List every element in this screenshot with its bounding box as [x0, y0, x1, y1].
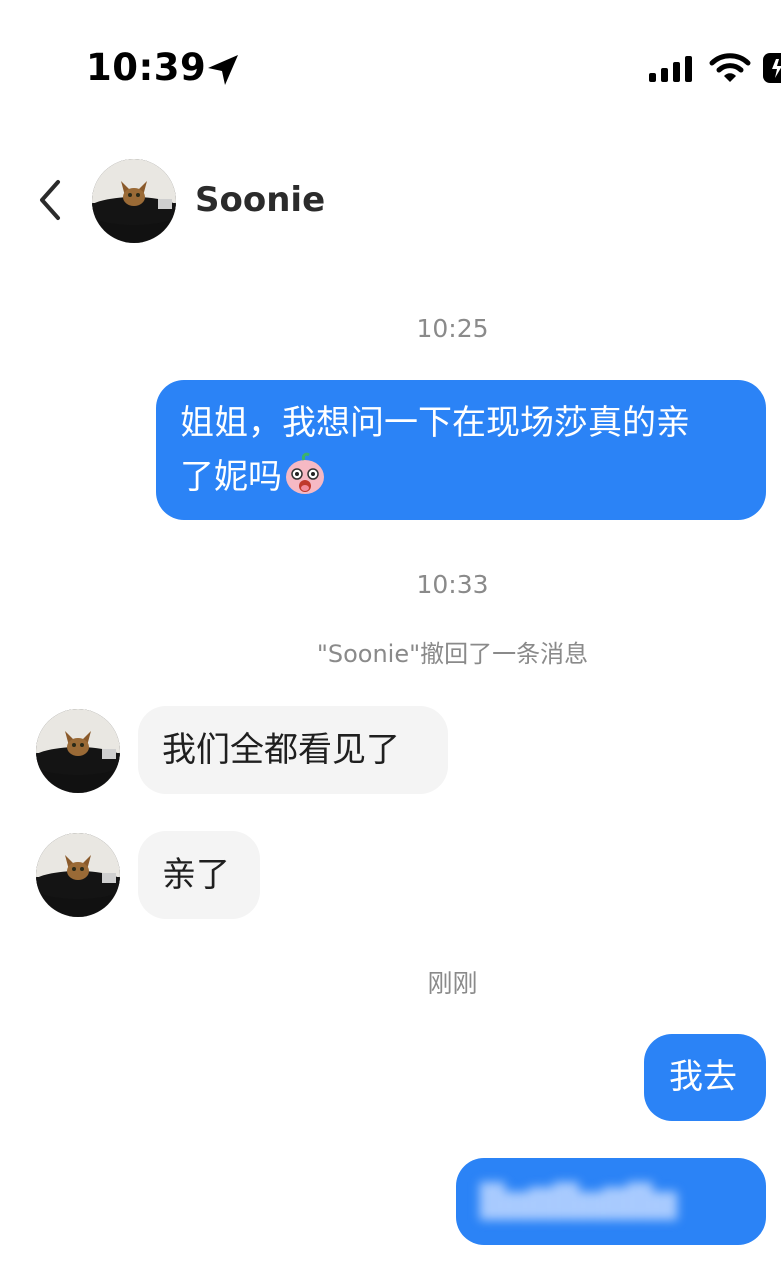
location-arrow-icon [208, 55, 238, 85]
status-bar: 10:39 [0, 0, 781, 130]
timestamp: 刚刚 [427, 969, 478, 998]
wifi-icon [709, 53, 751, 82]
timestamp: 10:25 [416, 314, 489, 343]
contact-avatar-small[interactable] [36, 709, 120, 793]
message-bubble-outgoing-blurred[interactable]: █▆▇█▆▇█▆ [456, 1158, 766, 1245]
contact-name[interactable]: Soonie [195, 178, 325, 222]
status-time: 10:39 [86, 46, 207, 89]
battery-icon [763, 53, 781, 83]
message-text: 了妮吗 [180, 457, 282, 497]
cat-avatar-image [36, 833, 120, 917]
message-bubble-outgoing[interactable]: 姐姐，我想问一下在现场莎真的亲 了妮吗 [156, 380, 766, 520]
message-bubble-incoming[interactable]: 我们全都看见了 [138, 706, 448, 794]
contact-avatar-small[interactable] [36, 833, 120, 917]
message-bubble-incoming[interactable]: 亲了 [138, 831, 260, 919]
blurred-message-text: █▆▇█▆▇█▆ [480, 1182, 677, 1220]
message-text: 姐姐，我想问一下在现场莎真的亲 [180, 403, 690, 443]
cat-avatar-image [92, 159, 176, 243]
cellular-signal-icon [649, 56, 692, 82]
chevron-left-icon[interactable] [34, 176, 66, 224]
shocked-face-emoji-icon [286, 452, 324, 494]
message-bubble-outgoing[interactable]: 我去 [644, 1034, 766, 1121]
cat-avatar-image [36, 709, 120, 793]
recall-notice: "Soonie"撤回了一条消息 [316, 640, 589, 668]
timestamp: 10:33 [416, 570, 489, 599]
contact-avatar[interactable] [92, 159, 176, 243]
